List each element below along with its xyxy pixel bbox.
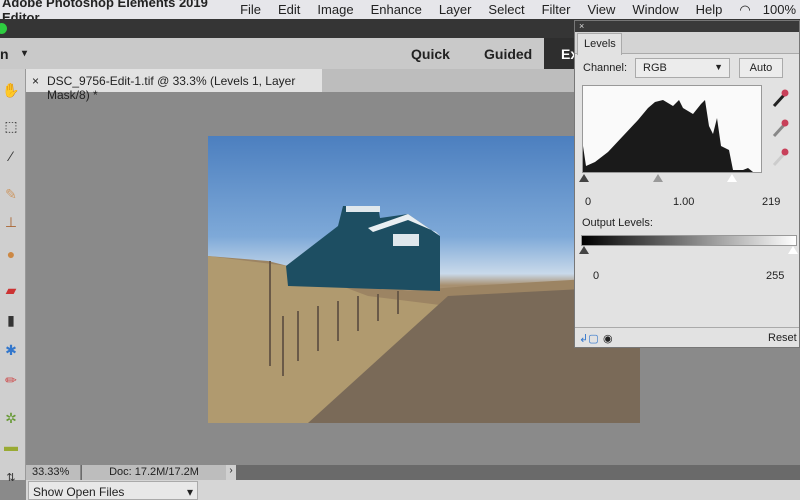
input-black-slider[interactable]	[579, 174, 589, 182]
menu-bar: Adobe Photoshop Elements 2019 Editor Fil…	[0, 0, 800, 25]
chevron-down-icon: ▾	[186, 485, 193, 499]
show-open-files-dropdown[interactable]: Show Open Files ▾	[28, 481, 198, 500]
document-title: DSC_9756-Edit-1.tif @ 33.3% (Levels 1, L…	[47, 74, 296, 102]
menu-select[interactable]: Select	[488, 2, 524, 17]
output-white-value[interactable]: 255	[766, 270, 784, 282]
marquee-tool-icon[interactable]: ⬚	[2, 117, 20, 135]
input-white-slider[interactable]	[727, 174, 737, 182]
wifi-icon[interactable]: ◠	[739, 2, 750, 18]
auto-button[interactable]: Auto	[739, 58, 783, 78]
chevron-down-icon: ▼	[714, 62, 723, 72]
levels-panel: × Levels Channel: RGB ▼ Auto 0 1.00 219 O…	[574, 20, 800, 348]
brush-tool-icon[interactable]: ✎	[2, 185, 20, 203]
clip-to-layer-icon[interactable]: ↲▢	[579, 332, 599, 345]
menu-filter[interactable]: Filter	[542, 2, 571, 17]
channel-select[interactable]: RGB ▼	[635, 58, 730, 78]
histogram	[582, 85, 762, 173]
panel-footer: ↲▢ ◉ Reset	[575, 327, 799, 349]
gray-eyedropper-icon[interactable]	[771, 119, 789, 139]
magic-wand-icon[interactable]: ⁄	[2, 147, 20, 165]
shape-tool-icon[interactable]: ✱	[2, 341, 20, 359]
doc-size: Doc: 17.2M/17.2M	[82, 465, 226, 480]
input-white-value[interactable]: 219	[762, 196, 780, 208]
reset-button[interactable]: Reset	[768, 332, 797, 344]
swap-colors-icon[interactable]: ⇅	[2, 469, 20, 487]
histogram-shape	[583, 100, 753, 172]
close-tab-icon[interactable]: ×	[32, 74, 39, 92]
output-white-slider[interactable]	[788, 246, 798, 254]
open-files-label: Show Open Files	[33, 485, 125, 499]
document-tab[interactable]: × DSC_9756-Edit-1.tif @ 33.3% (Levels 1,…	[26, 69, 322, 102]
workspace-dropdown-icon[interactable]: ▾	[22, 48, 27, 59]
battery-level[interactable]: 100%	[763, 2, 796, 17]
menu-layer[interactable]: Layer	[439, 2, 472, 17]
status-bar: 33.33% Doc: 17.2M/17.2M ›	[26, 465, 800, 480]
white-eyedropper-icon[interactable]	[771, 148, 789, 168]
menu-image[interactable]: Image	[317, 2, 353, 17]
channel-label: Channel:	[583, 62, 628, 74]
menu-view[interactable]: View	[587, 2, 615, 17]
bottom-bar: Show Open Files ▾	[26, 480, 800, 500]
output-gradient	[581, 235, 797, 246]
menu-enhance[interactable]: Enhance	[371, 2, 422, 17]
pencil-tool-icon[interactable]: ✏	[2, 371, 20, 389]
stamp-tool-icon[interactable]: ⊥	[2, 213, 20, 231]
sponge-tool-icon[interactable]: ●	[2, 245, 20, 263]
maximize-button[interactable]	[0, 23, 7, 34]
crop-tool-icon[interactable]: ✲	[2, 409, 20, 427]
mode-quick[interactable]: Quick	[411, 46, 450, 62]
menu-edit[interactable]: Edit	[278, 2, 300, 17]
mode-guided[interactable]: Guided	[484, 46, 532, 62]
status-menu-arrow[interactable]: ›	[226, 465, 236, 480]
close-panel-icon[interactable]: ×	[579, 21, 584, 31]
straighten-tool-icon[interactable]: ▬	[2, 437, 20, 455]
hand-tool-icon[interactable]: ✋	[2, 81, 20, 99]
menu-help[interactable]: Help	[696, 2, 723, 17]
black-eyedropper-icon[interactable]	[771, 89, 789, 109]
eraser-tool-icon[interactable]: ▰	[2, 281, 20, 299]
output-levels-label: Output Levels:	[582, 217, 653, 229]
menu-file[interactable]: File	[240, 2, 261, 17]
input-gamma-slider[interactable]	[653, 174, 663, 182]
gradient-tool-icon[interactable]: ▮	[2, 311, 20, 329]
workspace-label[interactable]: n	[0, 46, 9, 62]
zoom-level-field[interactable]: 33.33%	[26, 465, 81, 480]
output-black-value[interactable]: 0	[593, 270, 599, 282]
channel-value: RGB	[643, 62, 667, 74]
output-black-slider[interactable]	[579, 246, 589, 254]
input-black-value[interactable]: 0	[585, 196, 591, 208]
input-gamma-value[interactable]: 1.00	[673, 196, 694, 208]
tools-panel: ✋ ⬚ ⁄ ✎ ⊥ ● ▰ ▮ ✱ ✏ ✲ ▬ ⇅	[0, 69, 26, 484]
visibility-eye-icon[interactable]: ◉	[603, 332, 613, 345]
menu-window[interactable]: Window	[632, 2, 678, 17]
tab-levels[interactable]: Levels	[577, 33, 622, 55]
